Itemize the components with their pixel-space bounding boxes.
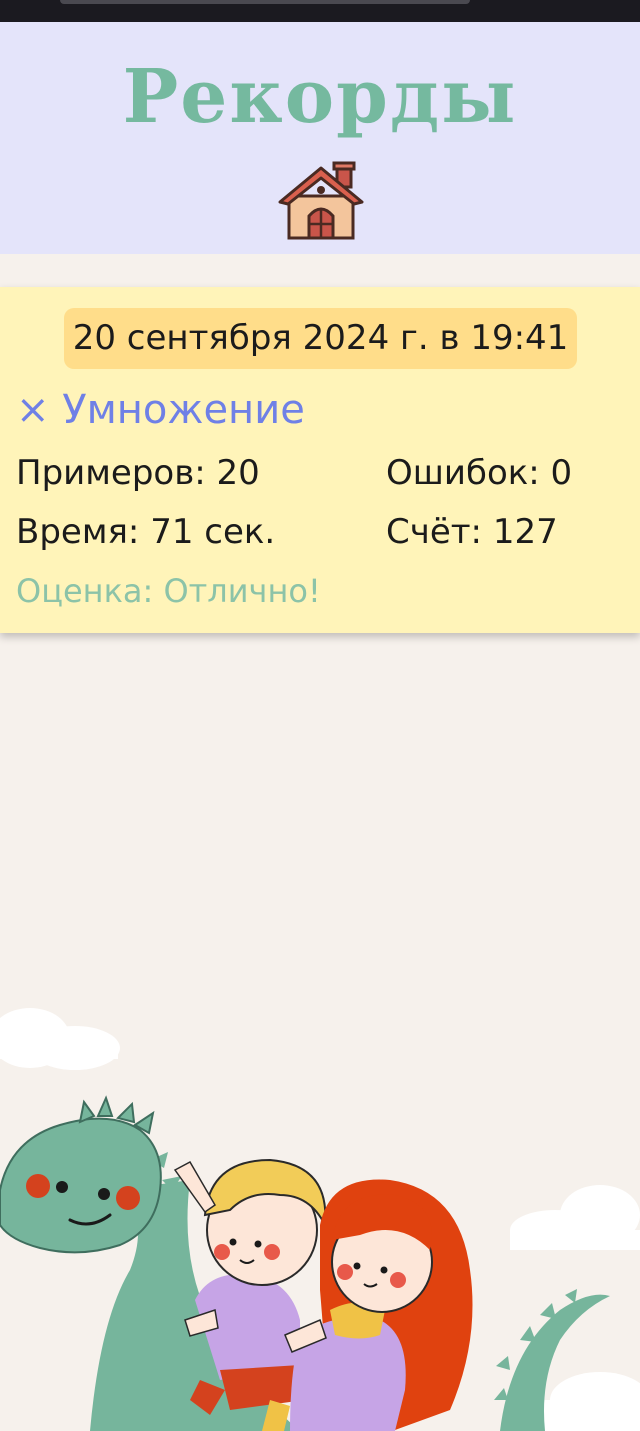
cloud-left xyxy=(0,1008,120,1070)
status-bar-notch xyxy=(60,0,470,4)
examples-count: Примеров: 20 xyxy=(16,453,260,493)
grade-text: Оценка: Отлично! xyxy=(16,572,321,610)
time-value: Время: 71 сек. xyxy=(16,512,276,552)
errors-count: Ошибок: 0 xyxy=(386,453,573,493)
record-date: 20 сентября 2024 г. в 19:41 xyxy=(64,308,577,369)
dragon-kids-illustration xyxy=(0,990,640,1431)
house-icon xyxy=(278,161,364,240)
status-bar xyxy=(0,0,640,22)
score-value: Счёт: 127 xyxy=(386,512,558,552)
page-title: Рекорды xyxy=(122,54,518,140)
home-button[interactable] xyxy=(276,160,366,244)
cloud-right xyxy=(510,1185,640,1250)
page-header: Рекорды xyxy=(0,22,640,254)
record-card: 20 сентября 2024 г. в 19:41 × Умножение … xyxy=(0,287,640,633)
record-operation: × Умножение xyxy=(16,387,305,433)
